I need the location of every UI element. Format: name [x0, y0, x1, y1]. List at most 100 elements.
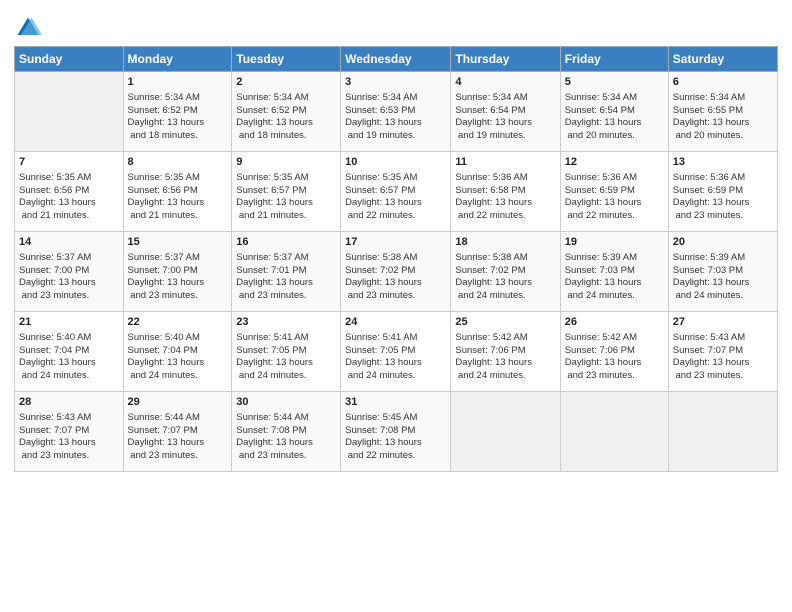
header-cell-saturday: Saturday [668, 47, 777, 72]
calendar-header-row: SundayMondayTuesdayWednesdayThursdayFrid… [15, 47, 778, 72]
calendar-cell: 12Sunrise: 5:36 AMSunset: 6:59 PMDayligh… [560, 152, 668, 232]
calendar-cell: 4Sunrise: 5:34 AMSunset: 6:54 PMDaylight… [451, 72, 560, 152]
calendar-cell: 25Sunrise: 5:42 AMSunset: 7:06 PMDayligh… [451, 312, 560, 392]
daylight-text: Daylight: 13 hours and 24 minutes. [236, 357, 336, 383]
page-container: SundayMondayTuesdayWednesdayThursdayFrid… [0, 0, 792, 482]
day-number: 7 [19, 155, 119, 170]
daylight-text: Daylight: 13 hours and 23 minutes. [128, 277, 228, 303]
calendar-cell: 10Sunrise: 5:35 AMSunset: 6:57 PMDayligh… [341, 152, 451, 232]
sunset-text: Sunset: 7:05 PM [236, 345, 336, 358]
header-cell-wednesday: Wednesday [341, 47, 451, 72]
calendar-cell: 22Sunrise: 5:40 AMSunset: 7:04 PMDayligh… [123, 312, 232, 392]
week-row-3: 14Sunrise: 5:37 AMSunset: 7:00 PMDayligh… [15, 232, 778, 312]
daylight-text: Daylight: 13 hours and 21 minutes. [236, 197, 336, 223]
day-number: 8 [128, 155, 228, 170]
calendar-cell: 26Sunrise: 5:42 AMSunset: 7:06 PMDayligh… [560, 312, 668, 392]
calendar-cell: 14Sunrise: 5:37 AMSunset: 7:00 PMDayligh… [15, 232, 124, 312]
daylight-text: Daylight: 13 hours and 23 minutes. [19, 277, 119, 303]
sunrise-text: Sunrise: 5:35 AM [128, 172, 228, 185]
day-number: 25 [455, 315, 555, 330]
sunset-text: Sunset: 6:59 PM [673, 185, 773, 198]
sunrise-text: Sunrise: 5:42 AM [565, 332, 664, 345]
sunset-text: Sunset: 7:07 PM [128, 425, 228, 438]
day-number: 13 [673, 155, 773, 170]
sunrise-text: Sunrise: 5:44 AM [236, 412, 336, 425]
calendar-cell: 27Sunrise: 5:43 AMSunset: 7:07 PMDayligh… [668, 312, 777, 392]
day-number: 30 [236, 395, 336, 410]
daylight-text: Daylight: 13 hours and 23 minutes. [673, 197, 773, 223]
sunset-text: Sunset: 7:00 PM [19, 265, 119, 278]
daylight-text: Daylight: 13 hours and 19 minutes. [455, 117, 555, 143]
sunrise-text: Sunrise: 5:40 AM [128, 332, 228, 345]
daylight-text: Daylight: 13 hours and 19 minutes. [345, 117, 446, 143]
sunset-text: Sunset: 6:54 PM [455, 105, 555, 118]
daylight-text: Daylight: 13 hours and 23 minutes. [19, 437, 119, 463]
calendar-cell [15, 72, 124, 152]
day-number: 21 [19, 315, 119, 330]
calendar-cell: 31Sunrise: 5:45 AMSunset: 7:08 PMDayligh… [341, 392, 451, 472]
sunset-text: Sunset: 7:02 PM [455, 265, 555, 278]
sunset-text: Sunset: 6:52 PM [236, 105, 336, 118]
sunrise-text: Sunrise: 5:35 AM [19, 172, 119, 185]
calendar-cell: 30Sunrise: 5:44 AMSunset: 7:08 PMDayligh… [232, 392, 341, 472]
sunrise-text: Sunrise: 5:37 AM [128, 252, 228, 265]
calendar-cell: 20Sunrise: 5:39 AMSunset: 7:03 PMDayligh… [668, 232, 777, 312]
daylight-text: Daylight: 13 hours and 20 minutes. [673, 117, 773, 143]
calendar-cell: 6Sunrise: 5:34 AMSunset: 6:55 PMDaylight… [668, 72, 777, 152]
daylight-text: Daylight: 13 hours and 23 minutes. [236, 277, 336, 303]
calendar-cell: 16Sunrise: 5:37 AMSunset: 7:01 PMDayligh… [232, 232, 341, 312]
sunrise-text: Sunrise: 5:34 AM [236, 92, 336, 105]
day-number: 2 [236, 75, 336, 90]
sunrise-text: Sunrise: 5:34 AM [565, 92, 664, 105]
week-row-4: 21Sunrise: 5:40 AMSunset: 7:04 PMDayligh… [15, 312, 778, 392]
daylight-text: Daylight: 13 hours and 24 minutes. [455, 277, 555, 303]
daylight-text: Daylight: 13 hours and 23 minutes. [673, 357, 773, 383]
sunrise-text: Sunrise: 5:34 AM [128, 92, 228, 105]
day-number: 9 [236, 155, 336, 170]
calendar-cell: 29Sunrise: 5:44 AMSunset: 7:07 PMDayligh… [123, 392, 232, 472]
daylight-text: Daylight: 13 hours and 24 minutes. [455, 357, 555, 383]
calendar-table: SundayMondayTuesdayWednesdayThursdayFrid… [14, 46, 778, 472]
sunset-text: Sunset: 7:05 PM [345, 345, 446, 358]
day-number: 16 [236, 235, 336, 250]
day-number: 4 [455, 75, 555, 90]
sunset-text: Sunset: 6:55 PM [673, 105, 773, 118]
calendar-cell: 1Sunrise: 5:34 AMSunset: 6:52 PMDaylight… [123, 72, 232, 152]
day-number: 18 [455, 235, 555, 250]
calendar-cell: 5Sunrise: 5:34 AMSunset: 6:54 PMDaylight… [560, 72, 668, 152]
sunset-text: Sunset: 7:07 PM [19, 425, 119, 438]
sunrise-text: Sunrise: 5:40 AM [19, 332, 119, 345]
header-cell-friday: Friday [560, 47, 668, 72]
daylight-text: Daylight: 13 hours and 23 minutes. [565, 357, 664, 383]
day-number: 22 [128, 315, 228, 330]
daylight-text: Daylight: 13 hours and 24 minutes. [565, 277, 664, 303]
daylight-text: Daylight: 13 hours and 22 minutes. [345, 437, 446, 463]
calendar-cell [668, 392, 777, 472]
daylight-text: Daylight: 13 hours and 21 minutes. [128, 197, 228, 223]
calendar-cell: 21Sunrise: 5:40 AMSunset: 7:04 PMDayligh… [15, 312, 124, 392]
sunset-text: Sunset: 6:59 PM [565, 185, 664, 198]
sunset-text: Sunset: 7:02 PM [345, 265, 446, 278]
calendar-cell: 8Sunrise: 5:35 AMSunset: 6:56 PMDaylight… [123, 152, 232, 232]
day-number: 27 [673, 315, 773, 330]
day-number: 14 [19, 235, 119, 250]
daylight-text: Daylight: 13 hours and 22 minutes. [345, 197, 446, 223]
sunrise-text: Sunrise: 5:39 AM [565, 252, 664, 265]
day-number: 1 [128, 75, 228, 90]
calendar-cell: 13Sunrise: 5:36 AMSunset: 6:59 PMDayligh… [668, 152, 777, 232]
day-number: 10 [345, 155, 446, 170]
sunset-text: Sunset: 6:58 PM [455, 185, 555, 198]
logo-icon [14, 14, 42, 42]
sunrise-text: Sunrise: 5:42 AM [455, 332, 555, 345]
sunrise-text: Sunrise: 5:43 AM [673, 332, 773, 345]
sunrise-text: Sunrise: 5:37 AM [236, 252, 336, 265]
sunrise-text: Sunrise: 5:36 AM [565, 172, 664, 185]
sunrise-text: Sunrise: 5:39 AM [673, 252, 773, 265]
sunrise-text: Sunrise: 5:43 AM [19, 412, 119, 425]
day-number: 23 [236, 315, 336, 330]
daylight-text: Daylight: 13 hours and 24 minutes. [345, 357, 446, 383]
calendar-cell [560, 392, 668, 472]
sunset-text: Sunset: 6:57 PM [345, 185, 446, 198]
day-number: 26 [565, 315, 664, 330]
calendar-cell: 18Sunrise: 5:38 AMSunset: 7:02 PMDayligh… [451, 232, 560, 312]
